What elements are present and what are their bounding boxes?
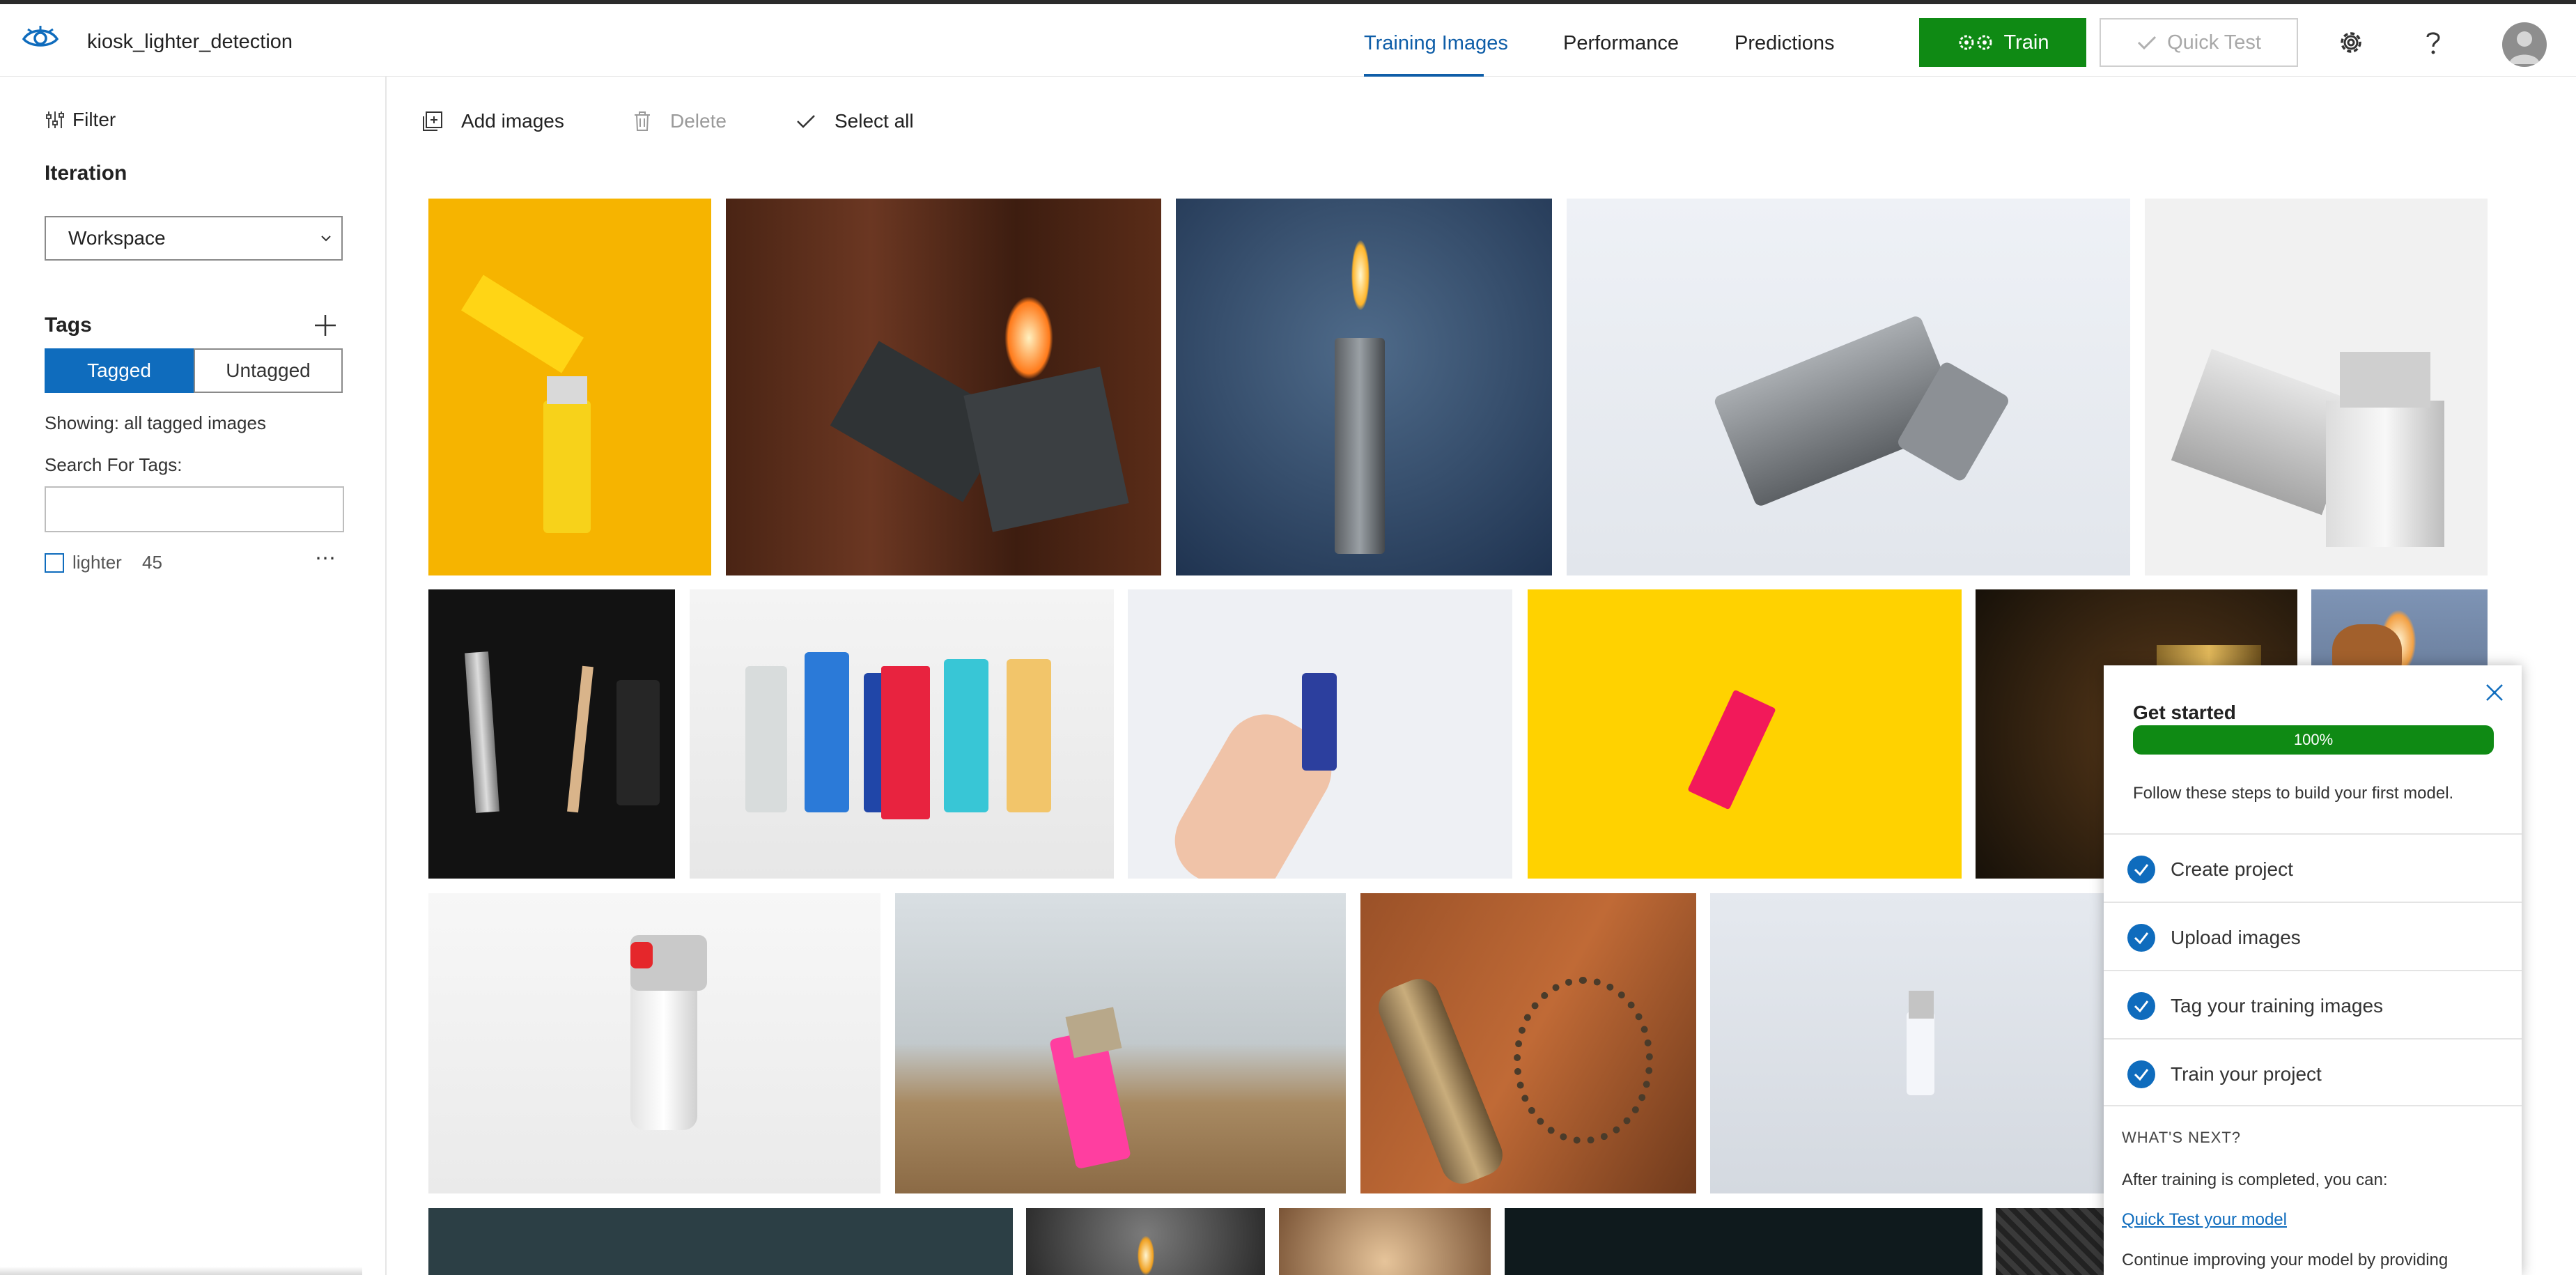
quick-test-link[interactable]: Quick Test your model xyxy=(2122,1210,2287,1230)
chevron-down-icon xyxy=(321,235,331,242)
tab-performance[interactable]: Performance xyxy=(1563,32,1679,55)
eye-icon[interactable] xyxy=(21,24,60,52)
question-icon[interactable] xyxy=(2417,26,2449,59)
step-create-project[interactable]: Create project xyxy=(2104,833,2522,902)
tag-count: 45 xyxy=(142,552,162,573)
showing-text: Showing: all tagged images xyxy=(45,412,266,433)
checkmark-icon xyxy=(2138,36,2157,50)
close-icon[interactable] xyxy=(2484,682,2505,703)
check-circle-icon xyxy=(2127,856,2155,883)
check-circle-icon xyxy=(2127,992,2155,1020)
search-tags-input[interactable] xyxy=(45,486,344,532)
step-label: Create project xyxy=(2171,858,2293,880)
training-image[interactable] xyxy=(1279,1208,1491,1275)
select-all-button[interactable]: Select all xyxy=(796,110,914,132)
get-started-description: Follow these steps to build your first m… xyxy=(2133,784,2454,803)
trash-icon xyxy=(635,111,650,131)
training-image[interactable] xyxy=(895,893,1346,1193)
training-image[interactable] xyxy=(1710,893,2104,1193)
add-image-icon xyxy=(423,111,442,131)
sidebar-scroll-shadow xyxy=(0,1267,362,1275)
training-image[interactable] xyxy=(726,199,1161,575)
search-tags-label: Search For Tags: xyxy=(45,454,183,475)
get-started-panel: Get started 100% Follow these steps to b… xyxy=(2104,665,2522,1275)
quick-test-label: Quick Test xyxy=(2167,31,2261,54)
select-all-label: Select all xyxy=(835,110,914,132)
progress-bar: 100% xyxy=(2133,725,2494,755)
training-image[interactable] xyxy=(428,589,675,879)
step-label: Train your project xyxy=(2171,1063,2322,1085)
training-image[interactable] xyxy=(1505,1208,1983,1275)
training-image[interactable] xyxy=(2145,199,2488,575)
training-image[interactable] xyxy=(428,199,711,575)
training-image[interactable] xyxy=(1996,1208,2107,1275)
filter-label: Filter xyxy=(72,109,116,130)
gears-icon xyxy=(1959,35,1992,50)
tag-list-item[interactable]: lighter 45 ⋯ xyxy=(45,547,344,578)
quick-test-button[interactable]: Quick Test xyxy=(2100,18,2298,67)
tagged-toggle[interactable]: Tagged xyxy=(45,348,194,393)
user-avatar-icon[interactable] xyxy=(2502,22,2547,67)
add-images-label: Add images xyxy=(461,110,564,132)
step-label: Tag your training images xyxy=(2171,995,2384,1017)
tag-name: lighter xyxy=(72,552,122,573)
train-button[interactable]: Train xyxy=(1919,18,2086,67)
after-training-text: After training is completed, you can: xyxy=(2122,1170,2388,1189)
training-image[interactable] xyxy=(1128,589,1512,879)
iteration-heading: Iteration xyxy=(45,162,127,185)
training-image[interactable] xyxy=(1026,1208,1265,1275)
active-tab-indicator xyxy=(1364,74,1484,77)
step-upload-images[interactable]: Upload images xyxy=(2104,902,2522,970)
iteration-value: Workspace xyxy=(68,227,166,249)
tag-checkbox[interactable] xyxy=(45,553,64,573)
untagged-toggle[interactable]: Untagged xyxy=(194,348,343,393)
progress-label: 100% xyxy=(2293,731,2334,748)
project-title: kiosk_lighter_detection xyxy=(87,31,293,53)
filter-sliders-icon xyxy=(46,111,64,128)
add-images-button[interactable]: Add images xyxy=(422,110,564,132)
get-started-title: Get started xyxy=(2133,702,2236,723)
tab-predictions[interactable]: Predictions xyxy=(1735,32,1834,55)
delete-button[interactable]: Delete xyxy=(633,110,727,132)
training-image[interactable] xyxy=(1176,199,1552,575)
training-image[interactable] xyxy=(690,589,1114,879)
add-tag-icon[interactable] xyxy=(313,314,337,337)
training-image[interactable] xyxy=(1567,199,2130,575)
continue-text: Continue improving your model by providi… xyxy=(2122,1251,2449,1269)
training-image[interactable] xyxy=(428,893,880,1193)
sidebar: Filter Iteration Workspace Tags Tagged U… xyxy=(0,77,387,1275)
training-image[interactable] xyxy=(1528,589,1962,879)
iteration-select[interactable]: Workspace xyxy=(45,216,343,261)
tab-training-images[interactable]: Training Images xyxy=(1364,32,1508,55)
step-tag-images[interactable]: Tag your training images xyxy=(2104,970,2522,1038)
step-train-project[interactable]: Train your project xyxy=(2104,1038,2522,1106)
checkmark-icon xyxy=(797,115,815,128)
top-bar: kiosk_lighter_detection Training Images … xyxy=(0,0,2576,77)
check-circle-icon xyxy=(2127,924,2155,952)
gear-icon[interactable] xyxy=(2335,26,2367,59)
tags-heading: Tags xyxy=(45,314,92,337)
more-options-icon[interactable]: ⋯ xyxy=(315,546,336,571)
train-label: Train xyxy=(2003,31,2049,54)
whats-next-heading: WHAT'S NEXT? xyxy=(2122,1129,2242,1146)
training-image[interactable] xyxy=(428,1208,1013,1275)
delete-label: Delete xyxy=(670,110,727,132)
training-image[interactable] xyxy=(1360,893,1696,1193)
check-circle-icon xyxy=(2127,1060,2155,1088)
step-label: Upload images xyxy=(2171,927,2301,948)
filter-button[interactable]: Filter xyxy=(45,109,116,131)
